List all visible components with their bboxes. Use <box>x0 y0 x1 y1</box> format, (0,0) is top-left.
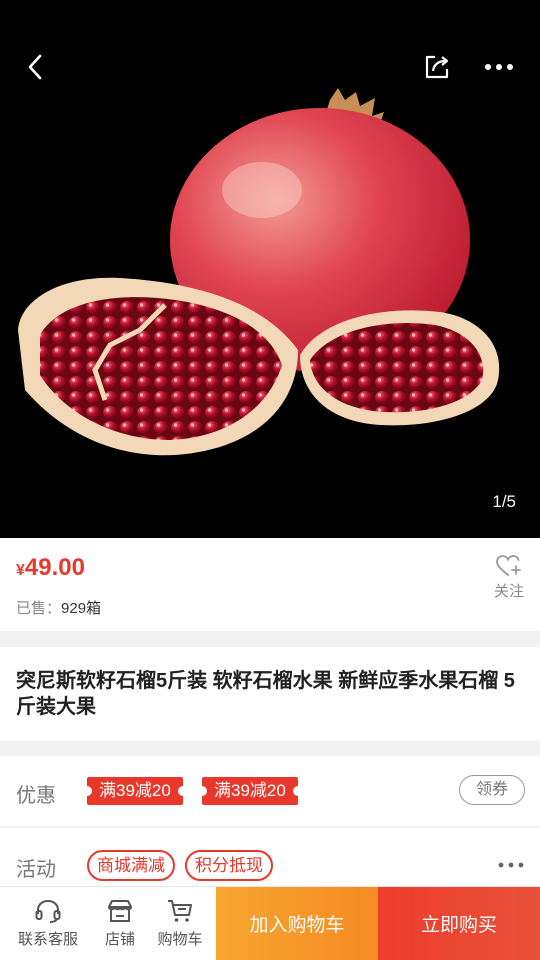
store-icon <box>108 900 132 922</box>
product-title: 突尼斯软籽石榴5斤装 软籽石榴水果 新鲜应季水果石榴 5斤装大果 <box>16 670 515 718</box>
sold-label: 已售： <box>16 600 62 617</box>
cart-label: 购物车 <box>157 931 203 948</box>
more-button[interactable] <box>476 44 522 90</box>
follow-label: 关注 <box>493 583 524 600</box>
product-image-carousel[interactable]: 1/5 <box>0 0 540 538</box>
activity-tag[interactable]: 积分抵现 <box>185 850 273 881</box>
divider <box>0 826 540 828</box>
add-to-cart-button[interactable]: 加入购物车 <box>216 887 378 960</box>
cart-button[interactable]: 购物车 <box>156 898 204 949</box>
claim-coupon-button[interactable]: 领券 <box>459 775 525 805</box>
sold-value: 929箱 <box>61 600 102 617</box>
sold-count: 已售：929箱 <box>16 597 101 618</box>
follow-button[interactable]: 关注 <box>486 554 532 601</box>
buy-now-button[interactable]: 立即购买 <box>378 887 540 960</box>
activity-tag[interactable]: 商城满减 <box>87 850 175 881</box>
image-pager: 1/5 <box>492 492 516 511</box>
price-amount: 49.00 <box>24 554 85 581</box>
product-detail-page: 1/5 ¥49.00 已售：929箱 关注 突尼斯软籽石榴5斤装 软籽石榴水果 … <box>0 0 540 960</box>
contact-service-label: 联系客服 <box>18 931 79 948</box>
coupon-badge[interactable]: 满39减20 <box>197 777 303 805</box>
share-icon <box>425 55 449 79</box>
contact-service-button[interactable]: 联系客服 <box>18 898 78 949</box>
shop-button[interactable]: 店铺 <box>104 898 136 949</box>
cart-icon <box>168 900 192 922</box>
chevron-left-icon <box>28 54 42 80</box>
currency-symbol: ¥ <box>16 562 25 579</box>
price: ¥49.00 <box>16 554 85 582</box>
heart-plus-icon <box>496 555 521 576</box>
more-dots-icon <box>485 64 513 70</box>
headset-icon <box>35 899 61 923</box>
activity-label: 活动 <box>16 859 56 881</box>
shop-label: 店铺 <box>104 931 135 948</box>
share-button[interactable] <box>414 44 460 90</box>
back-button[interactable] <box>13 44 59 90</box>
coupon-badge[interactable]: 满39减20 <box>82 777 188 805</box>
activity-more-icon[interactable] <box>498 862 524 868</box>
promo-label: 优惠 <box>16 785 56 807</box>
